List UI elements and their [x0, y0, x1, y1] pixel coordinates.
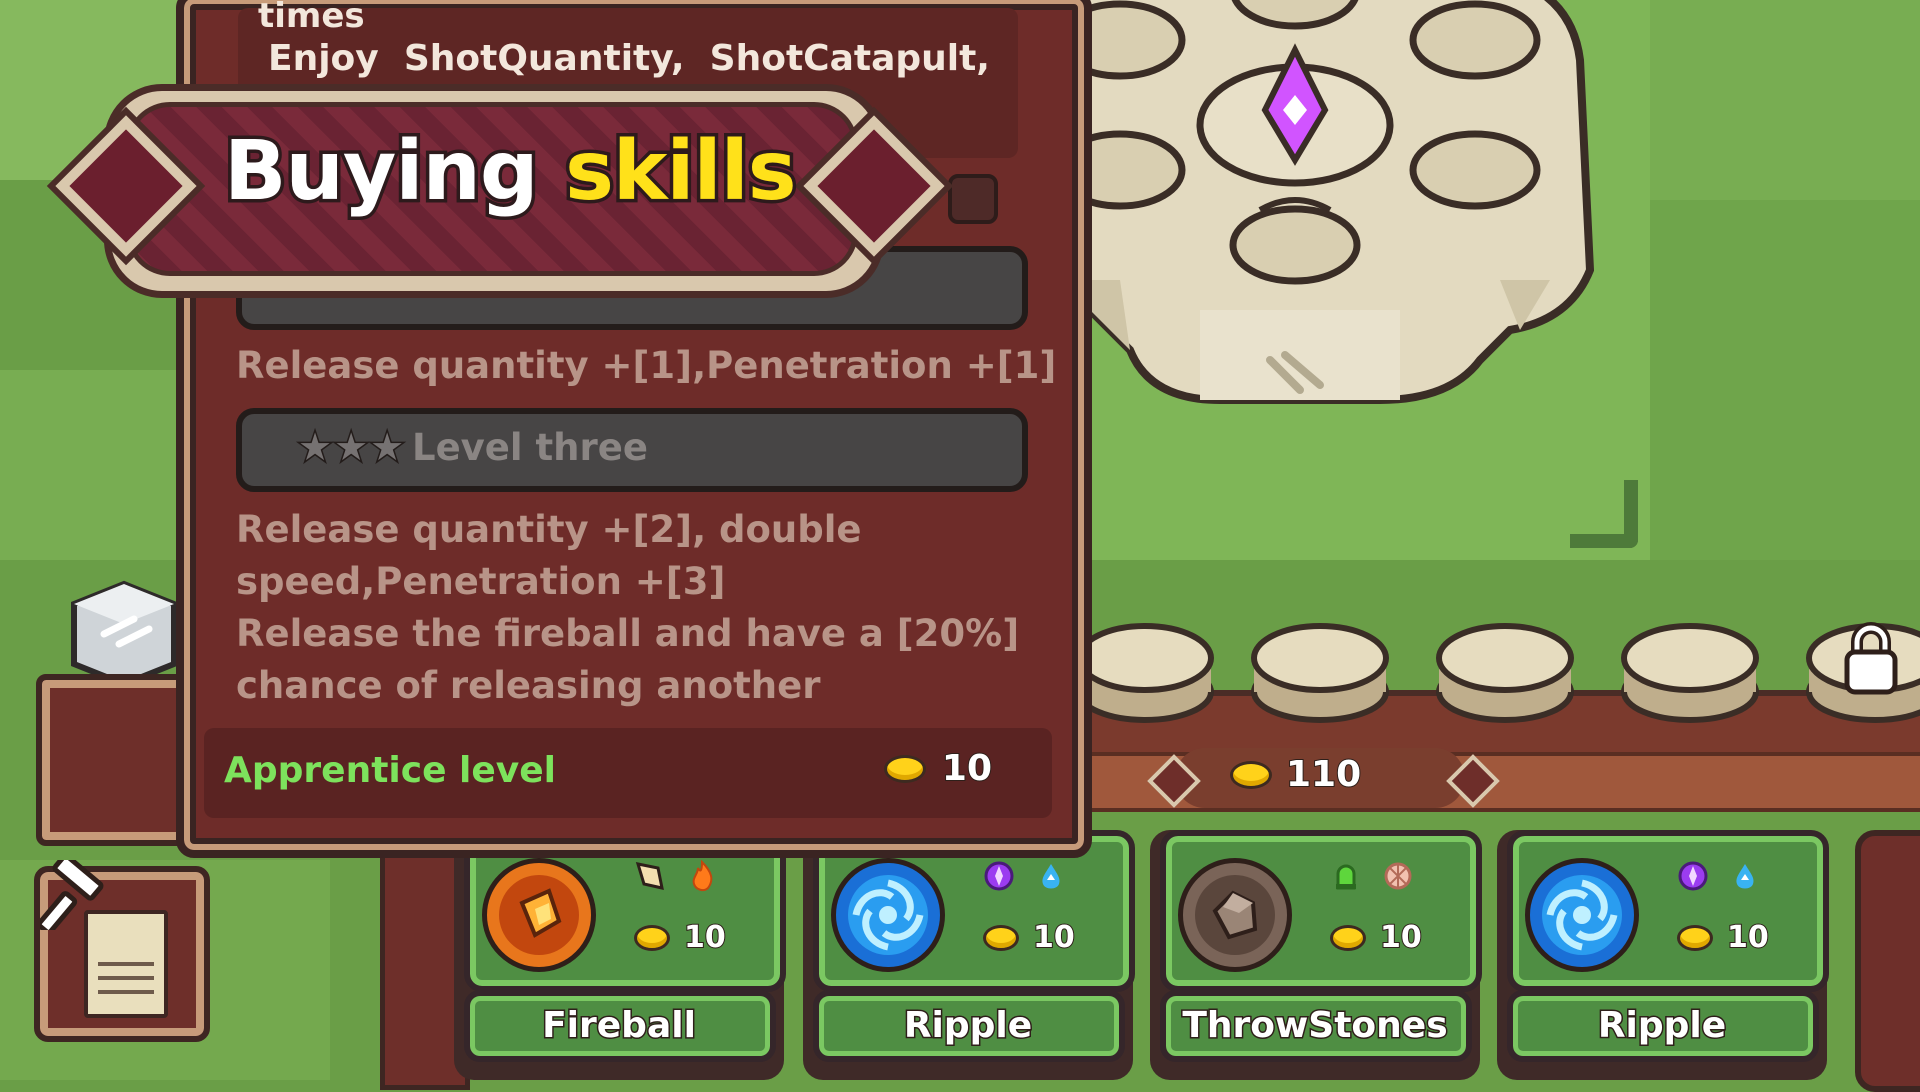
level-three-desc: Release quantity +[2], double	[236, 508, 862, 551]
arcane-tag-icon	[1678, 861, 1708, 891]
stone-icon	[1178, 858, 1292, 972]
grass-tile	[1650, 200, 1920, 560]
panel-footer: Apprentice level 10	[204, 728, 1052, 818]
lock-icon	[1844, 622, 1898, 695]
bench-slot[interactable]	[1250, 618, 1390, 726]
coin-icon	[1330, 924, 1366, 951]
skill-card-fireball[interactable]: 10 Fireball	[454, 830, 786, 1080]
skill-price: 10	[983, 919, 1076, 956]
skill-name: Fireball	[541, 1004, 698, 1048]
desc-line: Enjoy ShotQuantity, ShotCatapult,	[268, 38, 990, 79]
detail-checkbox[interactable]	[948, 174, 998, 224]
coin-icon	[634, 924, 670, 951]
tower-base[interactable]	[1050, 0, 1600, 450]
price-value: 10	[1379, 919, 1423, 956]
arrow-tag-icon	[635, 862, 664, 890]
water-tag-icon	[1736, 864, 1754, 889]
price-value: 10	[1032, 919, 1076, 956]
price-value: 10	[683, 919, 727, 956]
skill-price: 10	[1330, 919, 1423, 956]
banner-title: Buying skills	[221, 121, 801, 223]
card-edge	[1855, 830, 1920, 1092]
level-three-desc: speed,Penetration +[3]	[236, 560, 726, 603]
skill-level: Apprentice level	[224, 750, 557, 791]
bench-slot[interactable]	[1620, 618, 1760, 726]
title-banner: Buying skills	[46, 84, 954, 298]
gold-amount: 110	[1230, 753, 1362, 796]
level-three-bar: ★ ★ ★ Level three	[236, 408, 1028, 492]
fire-tag-icon	[692, 860, 713, 892]
coin-icon	[1230, 760, 1272, 789]
bench-slot[interactable]	[1435, 618, 1575, 726]
cost-value: 10	[941, 747, 993, 790]
title-word: Buying	[221, 121, 543, 223]
level-two-desc: Release quantity +[1],Penetration +[1]	[236, 344, 1057, 387]
level-three-desc: chance of releasing another	[236, 664, 821, 707]
skill-name: ThrowStones	[1181, 1004, 1449, 1048]
crate-icon	[71, 580, 177, 684]
coin-icon	[1677, 924, 1713, 951]
arcane-tag-icon	[984, 861, 1014, 891]
grass-tile	[0, 370, 180, 560]
gold-value: 110	[1285, 753, 1362, 796]
shield-tag-icon	[1384, 862, 1412, 890]
grass-tile	[1650, 0, 1920, 200]
hammer-icon	[40, 860, 104, 930]
skill-price: 10	[634, 919, 727, 956]
skill-name: Ripple	[902, 1004, 1033, 1048]
water-tag-icon	[1042, 864, 1060, 889]
skill-card-ripple[interactable]: 10 Ripple	[803, 830, 1135, 1080]
desc-line: times	[258, 0, 365, 36]
bullet-tag-icon	[1336, 864, 1356, 890]
fireball-icon	[482, 858, 596, 972]
star-rating-icon: ★ ★ ★	[296, 425, 405, 469]
skill-card-throwstones[interactable]: 10 ThrowStones	[1150, 830, 1482, 1080]
skill-card-ripple[interactable]: 10 Ripple	[1497, 830, 1829, 1080]
corner-marker	[1570, 480, 1638, 548]
bench-slot[interactable]	[1075, 618, 1215, 726]
skill-name: Ripple	[1596, 1004, 1727, 1048]
level-three-desc: Release the fireball and have a [20%]	[236, 612, 1020, 655]
level-label: Level three	[412, 426, 648, 469]
coin-icon	[983, 924, 1019, 951]
ripple-icon	[831, 858, 945, 972]
skill-price: 10	[1677, 919, 1770, 956]
ripple-icon	[1525, 858, 1639, 972]
upgrade-cost[interactable]: 10	[883, 747, 993, 790]
title-accent-word: skills	[562, 121, 801, 223]
coin-icon	[883, 754, 926, 783]
price-value: 10	[1726, 919, 1770, 956]
